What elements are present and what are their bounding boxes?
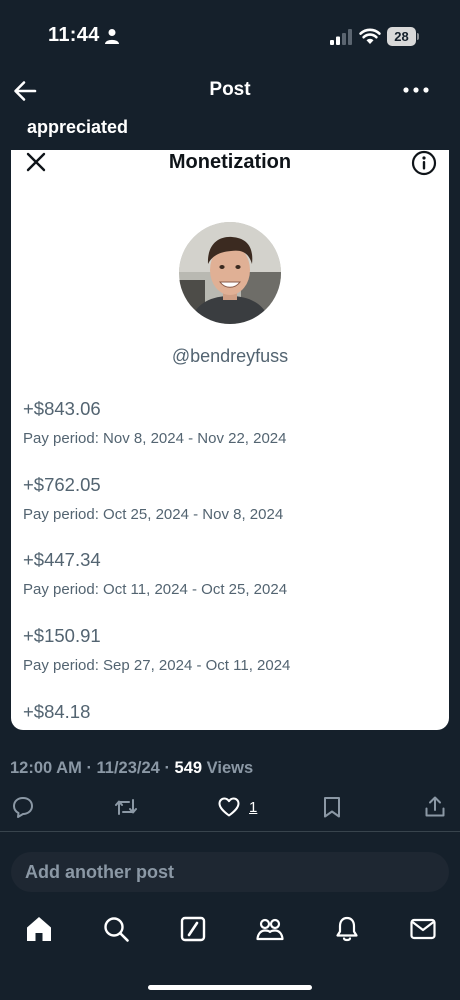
bottom-tab-bar <box>0 910 460 954</box>
payout-item: +$762.05 Pay period: Oct 25, 2024 - Nov … <box>23 474 283 523</box>
signal-icon <box>330 29 352 45</box>
tab-grok[interactable] <box>178 914 208 944</box>
tab-search[interactable] <box>101 914 131 944</box>
communities-icon <box>256 918 284 941</box>
status-time: 11:44 <box>48 24 100 46</box>
post-text: appreciated <box>27 117 129 137</box>
post-metadata: 12:00 AM · 11/23/24 · 549 Views <box>10 759 253 778</box>
payout-amount: +$150.91 <box>23 625 101 646</box>
info-icon <box>411 150 437 176</box>
meta-separator: · <box>164 759 175 777</box>
share-icon <box>425 796 445 817</box>
bookmark-icon <box>324 797 340 818</box>
messages-icon <box>410 918 436 940</box>
monetization-screenshot[interactable]: Monetization @bendreyfuss +$843.06 Pay p… <box>11 150 449 730</box>
battery-cap <box>417 33 419 40</box>
grok-icon <box>180 916 206 942</box>
views-label: Views <box>206 759 254 777</box>
person-icon <box>105 29 119 44</box>
battery-level: 28 <box>387 27 416 46</box>
home-icon <box>27 917 51 941</box>
reply-button[interactable] <box>11 795 35 825</box>
post-header: Post <box>0 70 460 112</box>
notifications-icon <box>336 916 358 942</box>
card-title: Monetization <box>168 151 292 173</box>
payout-period: Pay period: Sep 27, 2024 - Oct 11, 2024 <box>23 657 291 674</box>
payout-item: +$447.34 Pay period: Oct 11, 2024 - Oct … <box>23 549 287 598</box>
like-icon <box>218 797 240 817</box>
avatar <box>179 222 281 324</box>
payout-period: Pay period: Nov 8, 2024 - Nov 22, 2024 <box>23 430 287 447</box>
wifi-icon <box>359 28 381 44</box>
battery-indicator: 28 <box>387 27 419 46</box>
payout-amount: +$762.05 <box>23 474 101 495</box>
post-date: 11/23/24 <box>96 759 160 777</box>
like-button[interactable]: 1 <box>217 795 267 825</box>
home-indicator <box>148 985 312 990</box>
page-title: Post <box>209 79 251 100</box>
add-another-post-input[interactable]: Add another post <box>11 852 449 892</box>
search-icon <box>104 917 129 942</box>
payout-item: +$84.18 <box>23 701 90 723</box>
divider <box>0 831 460 832</box>
share-button[interactable] <box>423 795 447 825</box>
more-icon[interactable] <box>402 80 430 100</box>
bookmark-button[interactable] <box>320 795 344 825</box>
status-bar: 11:44 28 <box>0 0 460 70</box>
repost-button[interactable] <box>114 795 138 825</box>
username-handle: @bendreyfuss <box>171 346 289 366</box>
post-action-bar: 1 <box>0 795 460 827</box>
repost-icon <box>115 799 137 815</box>
payout-item: +$843.06 Pay period: Nov 8, 2024 - Nov 2… <box>23 398 287 447</box>
tab-home[interactable] <box>24 914 54 944</box>
add-post-placeholder: Add another post <box>25 862 174 882</box>
payout-period: Pay period: Oct 25, 2024 - Nov 8, 2024 <box>23 506 284 523</box>
payout-amount: +$84.18 <box>23 701 91 722</box>
like-count[interactable]: 1 <box>249 799 257 816</box>
tab-messages[interactable] <box>408 914 438 944</box>
views-count[interactable]: 549 <box>175 759 203 777</box>
avatar-photo <box>179 222 281 324</box>
payout-period: Pay period: Oct 11, 2024 - Oct 25, 2024 <box>23 581 288 598</box>
tab-notifications[interactable] <box>332 914 362 944</box>
payout-item: +$150.91 Pay period: Sep 27, 2024 - Oct … <box>23 625 290 674</box>
payout-amount: +$843.06 <box>23 398 101 419</box>
post-time: 12:00 AM <box>10 759 82 777</box>
tab-communities[interactable] <box>255 914 285 944</box>
reply-icon <box>13 797 33 818</box>
payout-amount: +$447.34 <box>23 549 101 570</box>
meta-separator: · <box>86 759 97 777</box>
